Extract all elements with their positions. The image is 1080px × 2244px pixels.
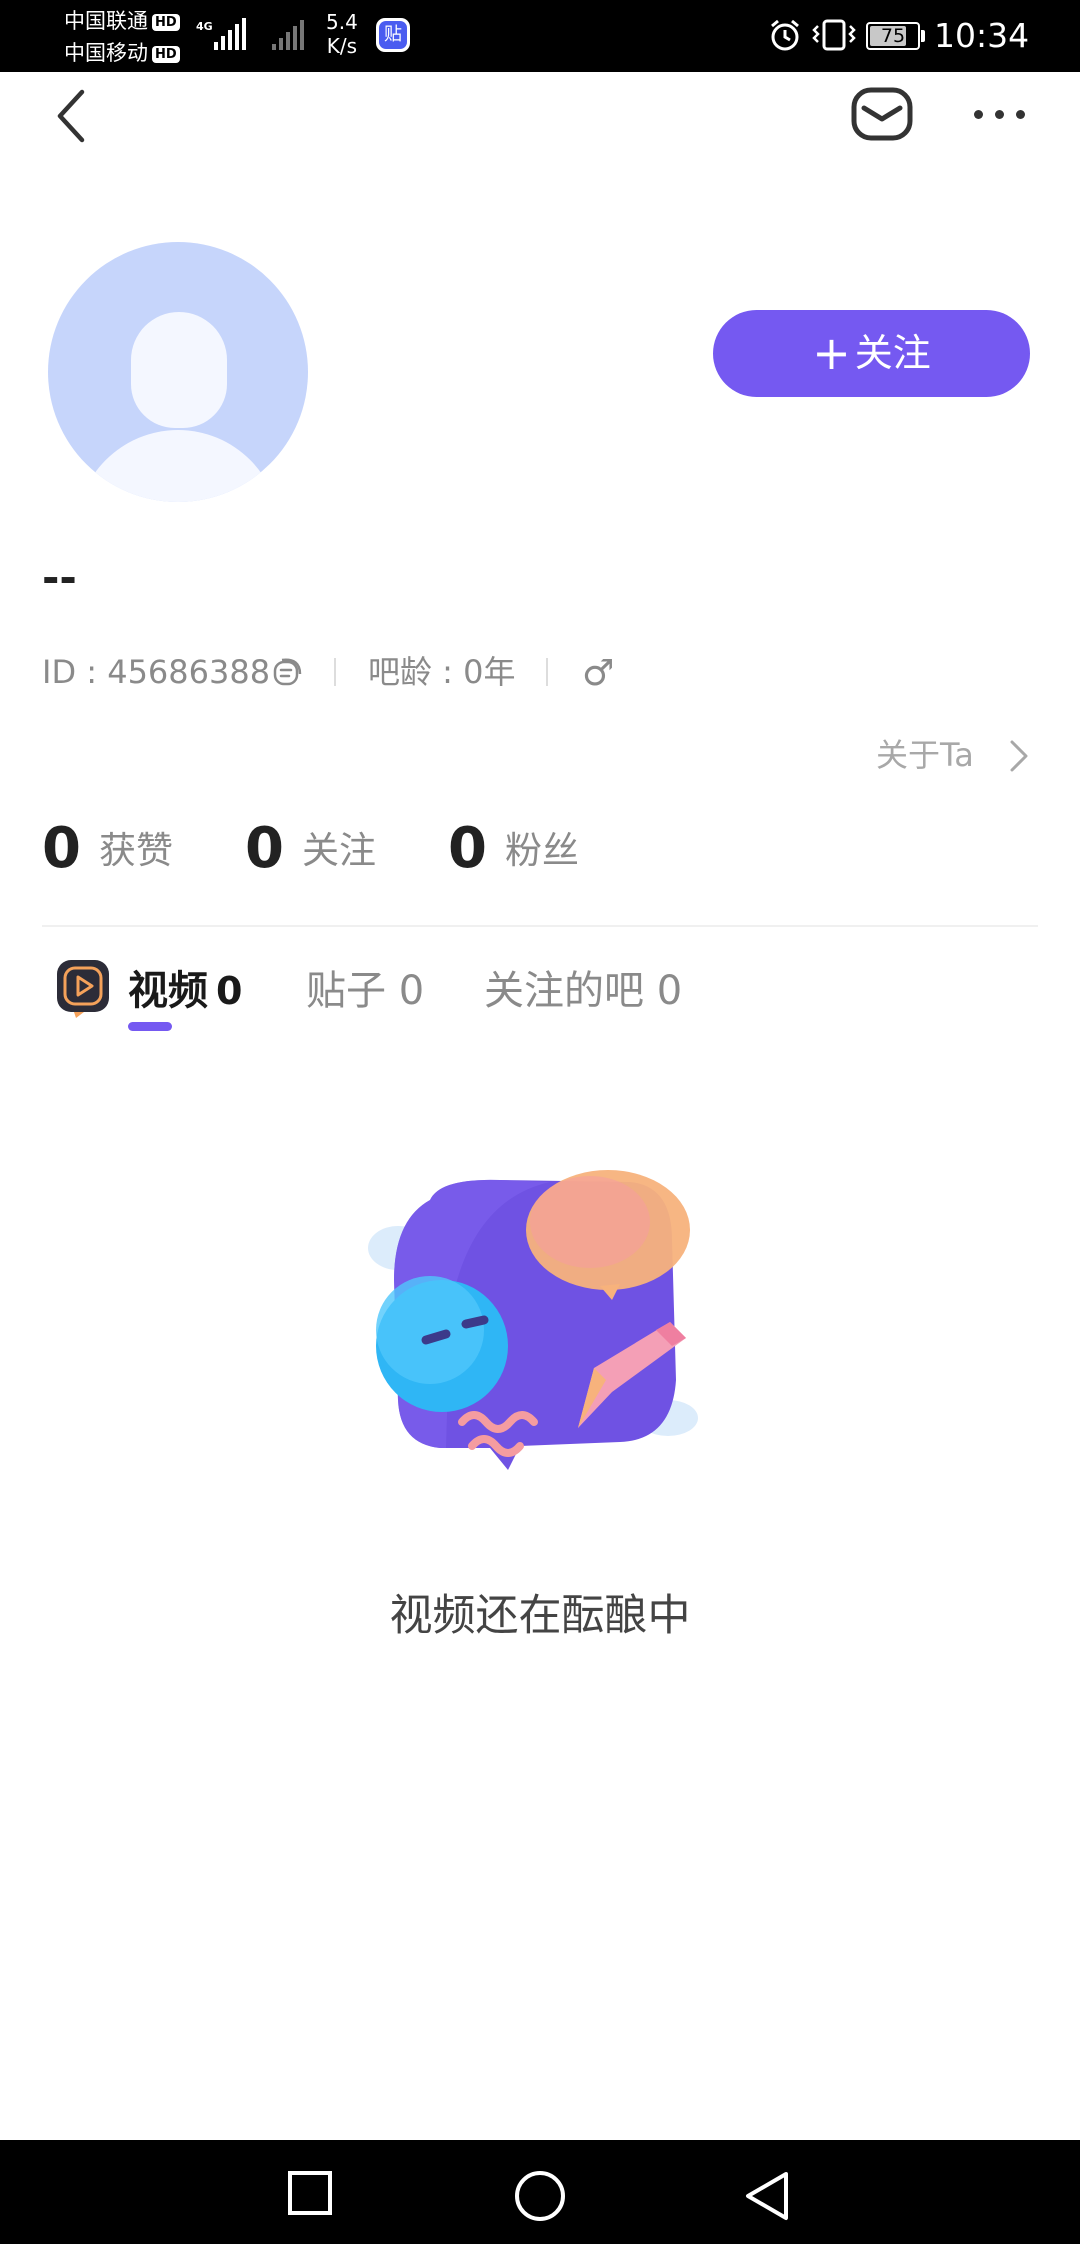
copy-icon[interactable] — [270, 654, 306, 690]
navigation-bar — [0, 2140, 1080, 2244]
stat-likes[interactable]: 0 获赞 — [42, 814, 173, 886]
tab-posts[interactable]: 贴子 0 — [306, 962, 424, 1020]
about-link[interactable]: 关于Ta — [876, 733, 974, 777]
tab-followed-bars[interactable]: 关注的吧 0 — [484, 962, 682, 1020]
chevron-right-icon[interactable] — [1006, 738, 1032, 774]
back-arrow-icon[interactable] — [50, 84, 94, 148]
divider — [42, 925, 1038, 927]
tab-indicator — [128, 1022, 172, 1031]
empty-state-text: 视频还在酝酿中 — [389, 1591, 691, 1641]
divider — [546, 658, 548, 686]
mail-icon[interactable] — [848, 84, 916, 144]
bar-age: 吧龄 : 0年 — [368, 653, 516, 691]
male-gender-icon: ♂ — [582, 653, 615, 694]
clock: 10:34 — [934, 16, 1030, 55]
empty-state-illustration — [368, 1170, 698, 1470]
follow-button[interactable]: + 关注 — [713, 310, 1030, 397]
network-speed: 5.4 K/s — [326, 10, 358, 58]
user-id: ID : 45686388 — [42, 653, 271, 691]
home-icon[interactable] — [512, 2168, 568, 2224]
carrier-1: 中国联通 HD — [64, 8, 180, 34]
back-icon[interactable] — [742, 2168, 792, 2224]
tieba-notification-icon: 贴 — [376, 18, 410, 52]
video-tab-icon — [57, 960, 109, 1018]
username: -- — [42, 553, 77, 602]
battery-icon: 75 — [866, 22, 920, 50]
alarm-icon — [771, 19, 799, 51]
status-bar: 中国联通 HD 中国移动 HD 4G 5.4 K/s 贴 75 10:34 — [0, 0, 1080, 72]
vibrate-icon — [812, 19, 856, 51]
signal-4g-icon: 4G — [196, 18, 246, 50]
svg-text:4G: 4G — [196, 20, 213, 33]
recent-apps-icon[interactable] — [285, 2168, 335, 2218]
stat-fans[interactable]: 0 粉丝 — [448, 814, 579, 886]
avatar[interactable] — [48, 242, 308, 502]
tab-video[interactable]: 视频 0 — [128, 962, 242, 1020]
divider — [334, 658, 336, 686]
carrier-2: 中国移动 HD — [64, 40, 180, 66]
stat-following[interactable]: 0 关注 — [245, 814, 376, 886]
more-icon[interactable] — [970, 100, 1030, 130]
signal-weak-icon — [272, 20, 304, 50]
